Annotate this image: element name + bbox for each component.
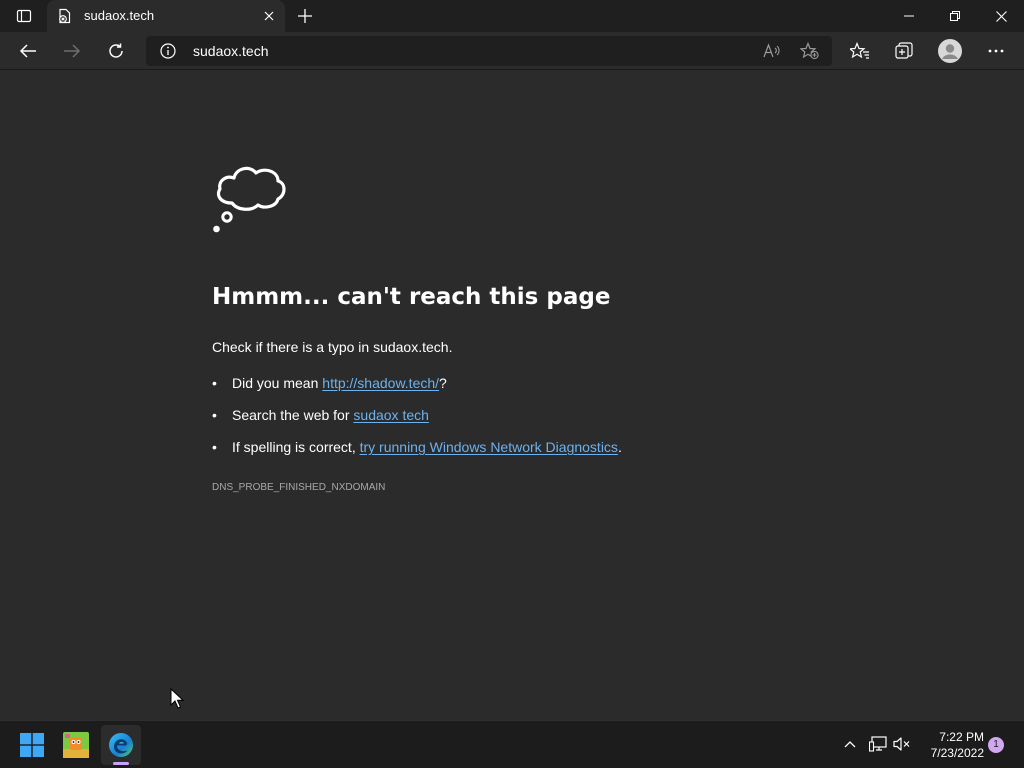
error-code: DNS_PROBE_FINISHED_NXDOMAIN [212, 482, 386, 493]
read-aloud-button[interactable] [758, 39, 786, 63]
back-icon [19, 44, 36, 58]
network-diagnostics-link[interactable]: try running Windows Network Diagnostics [360, 439, 618, 455]
suggestion-suffix: . [617, 439, 622, 455]
error-title: Hmmm... can't reach this page [212, 284, 611, 310]
forward-button[interactable] [56, 36, 88, 66]
collections-icon [895, 42, 913, 59]
back-button[interactable] [12, 36, 44, 66]
profile-button[interactable] [934, 36, 966, 66]
tab-title: sudaox.tech [84, 8, 155, 23]
typo-hint-domain: sudaox.tech [373, 339, 449, 355]
active-tab[interactable]: sudaox.tech [47, 0, 285, 32]
search-web-link[interactable]: sudaox tech [353, 407, 429, 423]
address-bar[interactable]: sudaox.tech [146, 36, 832, 66]
did-you-mean-link[interactable]: http://shadow.tech/ [322, 375, 439, 391]
volume-muted-icon [893, 737, 910, 751]
minimize-button[interactable] [886, 0, 932, 32]
suggestion-text: Did you mean [232, 375, 323, 391]
favorites-button[interactable] [844, 36, 876, 66]
edge-browser-icon [109, 733, 133, 757]
list-item: If spelling is correct, try running Wind… [212, 439, 622, 471]
clock-date: 7/23/2022 [930, 746, 984, 760]
more-icon [988, 49, 1004, 53]
restore-icon [950, 11, 960, 21]
typo-hint-suffix: . [448, 339, 453, 355]
page-content: Hmmm... can't reach this page Check if t… [0, 71, 1024, 719]
suggestion-suffix: ? [439, 375, 447, 391]
edge-taskbar-button[interactable] [101, 725, 141, 765]
tab-actions-icon [16, 9, 32, 23]
windows-start-icon [20, 733, 44, 757]
plus-icon [298, 9, 312, 23]
refresh-button[interactable] [100, 36, 132, 66]
list-item: Search the web for sudaox tech [212, 407, 622, 439]
new-tab-button[interactable] [292, 4, 318, 28]
thought-cloud-icon [213, 166, 286, 233]
read-aloud-icon [763, 43, 780, 58]
start-button[interactable] [12, 725, 52, 765]
close-icon [995, 10, 1007, 22]
title-bar: sudaox.tech [0, 0, 1024, 32]
suggestion-list: Did you mean http://shadow.tech/? Search… [212, 375, 622, 471]
chevron-up-icon [844, 741, 856, 748]
suggestion-text: If spelling is correct, [232, 439, 360, 455]
refresh-icon [109, 43, 123, 58]
network-icon [869, 736, 887, 752]
list-item: Did you mean http://shadow.tech/? [212, 375, 622, 407]
tab-actions-button[interactable] [9, 4, 39, 28]
browser-toolbar: sudaox.tech [0, 32, 1024, 70]
typo-hint: Check if there is a typo in sudaox.tech. [212, 339, 452, 355]
more-button[interactable] [980, 36, 1012, 66]
game-app-button[interactable] [56, 725, 96, 765]
profile-icon [938, 39, 962, 63]
collections-button[interactable] [888, 36, 920, 66]
clock-time: 7:22 PM [939, 730, 984, 744]
active-app-indicator [113, 762, 129, 765]
system-clock[interactable]: 7:22 PM 7/23/2022 [918, 729, 984, 761]
tab-close-button[interactable] [259, 6, 279, 26]
taskbar: 7:22 PM 7/23/2022 1 [0, 720, 1024, 768]
mouse-cursor-icon [170, 688, 184, 709]
add-favorite-button[interactable] [796, 39, 824, 63]
close-window-button[interactable] [978, 0, 1024, 32]
volume-button[interactable] [891, 733, 913, 755]
forward-icon [64, 44, 81, 58]
favorites-icon [850, 42, 869, 59]
info-icon[interactable] [160, 43, 176, 59]
typo-hint-prefix: Check if there is a typo in [212, 339, 374, 355]
restore-button[interactable] [932, 0, 978, 32]
game-app-icon [63, 732, 89, 758]
url-text[interactable]: sudaox.tech [193, 43, 269, 59]
error-page-icon [59, 8, 71, 24]
add-favorite-icon [800, 42, 819, 60]
network-button[interactable] [867, 733, 889, 755]
close-icon [264, 11, 274, 21]
suggestion-text: Search the web for [232, 407, 354, 423]
minimize-icon [904, 15, 914, 17]
notification-badge[interactable]: 1 [988, 737, 1004, 753]
show-hidden-icons-button[interactable] [839, 733, 861, 755]
